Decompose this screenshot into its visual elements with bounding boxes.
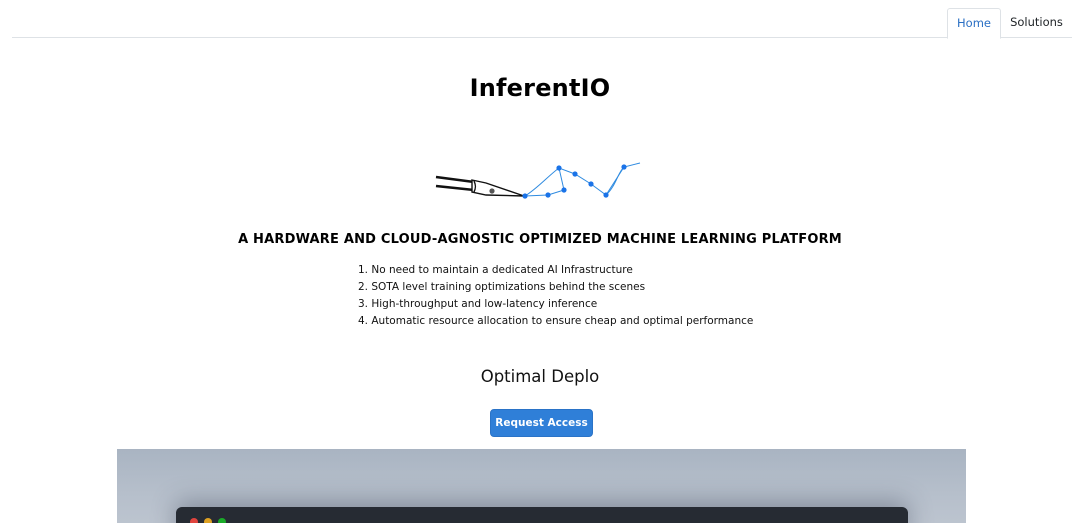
demo-preview-panel bbox=[117, 449, 966, 523]
window-close-dot-icon bbox=[190, 518, 198, 523]
typing-subtitle: Optimal Deplo bbox=[480, 367, 600, 386]
feature-list: 1. No need to maintain a dedicated AI In… bbox=[358, 262, 778, 330]
demo-window bbox=[176, 507, 908, 523]
platform-tagline: A HARDWARE AND CLOUD-AGNOSTIC OPTIMIZED … bbox=[238, 232, 842, 247]
tab-home[interactable]: Home bbox=[947, 8, 1001, 39]
list-item: 1. No need to maintain a dedicated AI In… bbox=[358, 264, 633, 276]
list-item: 2. SOTA level training optimizations beh… bbox=[358, 281, 646, 293]
tab-solutions[interactable]: Solutions bbox=[1001, 8, 1072, 38]
window-maximize-dot-icon bbox=[218, 518, 226, 523]
list-item: 3. High-throughput and low-latency infer… bbox=[358, 298, 598, 310]
pen-graph-logo-icon bbox=[435, 162, 641, 199]
request-access-button[interactable]: Request Access bbox=[490, 409, 593, 437]
page: Home Solutions InferentIO A HARDWARE AND… bbox=[0, 0, 1080, 523]
top-nav-tabs: Home Solutions bbox=[12, 8, 1072, 39]
list-item: 4. Automatic resource allocation to ensu… bbox=[358, 315, 754, 327]
page-title: InferentIO bbox=[469, 74, 611, 102]
window-minimize-dot-icon bbox=[204, 518, 212, 523]
